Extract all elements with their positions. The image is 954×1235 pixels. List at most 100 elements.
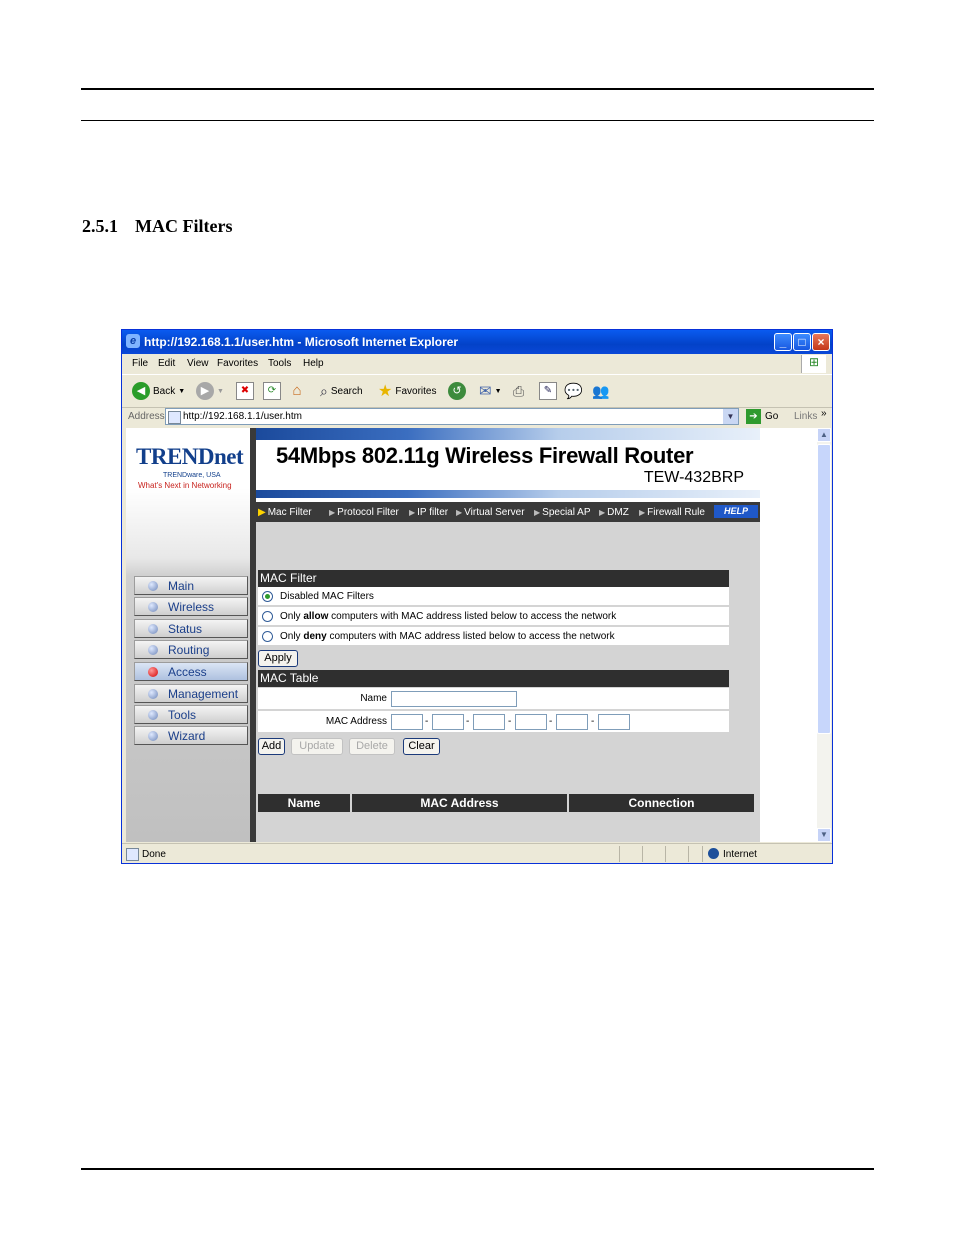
arrow-right-icon: ▶	[329, 508, 336, 517]
favorites-button[interactable]: ★ Favorites	[378, 380, 436, 402]
forward-button[interactable]: ▶ ▼	[196, 380, 224, 402]
section-title: MAC Filters	[135, 216, 233, 236]
menu-tools[interactable]: Tools	[268, 358, 291, 369]
mac-octet-6[interactable]	[598, 714, 630, 730]
home-icon: ⌂	[292, 382, 302, 399]
messenger-button[interactable]: 👥	[592, 380, 609, 402]
subnav-virtual-server[interactable]: ▶ Virtual Server	[456, 507, 525, 518]
nav-wireless[interactable]: Wireless	[134, 597, 248, 616]
go-button[interactable]: ➔ Go	[746, 409, 778, 424]
option-disabled[interactable]: Disabled MAC Filters	[258, 587, 729, 606]
maximize-button[interactable]: □	[793, 333, 811, 351]
nav-status[interactable]: Status	[134, 619, 248, 638]
nav-bullet-icon	[148, 689, 158, 699]
arrow-right-icon: ▶	[409, 508, 416, 517]
apply-button[interactable]: Apply	[258, 650, 298, 667]
go-label: Go	[765, 411, 779, 422]
arrow-right-icon: ▶	[534, 508, 541, 517]
nav-routing[interactable]: Routing	[134, 640, 248, 659]
back-button[interactable]: ◀ Back ▼	[132, 380, 185, 402]
scroll-up-icon[interactable]: ▲	[817, 428, 831, 442]
name-input[interactable]	[391, 691, 517, 707]
scroll-thumb[interactable]	[817, 444, 831, 734]
option-allow[interactable]: Only allow computers with MAC address li…	[258, 607, 729, 626]
nav-tools[interactable]: Tools	[134, 705, 248, 724]
subnav-dmz[interactable]: ▶ DMZ	[599, 507, 629, 518]
home-button[interactable]: ⌂	[289, 380, 305, 402]
nav-management[interactable]: Management	[134, 684, 248, 703]
address-input[interactable]: http://192.168.1.1/user.htm ▼	[165, 408, 739, 425]
discuss-icon: 💬	[564, 383, 583, 400]
page-content: TRENDnet TRENDware, USA What's Next in N…	[126, 428, 817, 842]
subnav-mac-filter[interactable]: ▶ Mac Filter	[258, 507, 312, 518]
title-bar: e http://192.168.1.1/user.htm - Microsof…	[122, 330, 832, 354]
messenger-icon: 👥	[592, 382, 610, 399]
security-zone: Internet	[723, 849, 757, 860]
mac-octet-2[interactable]	[432, 714, 464, 730]
name-label: Name	[360, 693, 387, 704]
address-value: http://192.168.1.1/user.htm	[183, 411, 302, 422]
banner-model: TEW-432BRP	[643, 469, 744, 486]
favorites-label: Favorites	[395, 385, 437, 397]
menu-edit[interactable]: Edit	[158, 358, 175, 369]
vertical-scrollbar[interactable]: ▲ ▼	[817, 428, 831, 842]
help-button[interactable]: HELP	[714, 505, 758, 518]
links-chevron-icon[interactable]: »	[821, 408, 827, 419]
subnav-ip-filter[interactable]: ▶ IP filter	[409, 507, 448, 518]
mac-octet-5[interactable]	[556, 714, 588, 730]
links-button[interactable]: Links	[794, 411, 817, 422]
menu-view[interactable]: View	[187, 358, 209, 369]
subnav-firewall-rule[interactable]: ▶ Firewall Rule	[639, 507, 705, 518]
delete-button[interactable]: Delete	[349, 738, 395, 755]
mail-button[interactable]: ✉ ▼	[479, 380, 502, 402]
windows-logo-icon: ⊞	[801, 355, 826, 373]
nav-bullet-icon	[148, 581, 158, 591]
history-button[interactable]: ↺	[448, 380, 466, 402]
back-arrow-icon: ◀	[132, 382, 150, 400]
print-button[interactable]: ⎙	[513, 380, 524, 402]
menu-file[interactable]: File	[132, 358, 148, 369]
update-button[interactable]: Update	[291, 738, 343, 755]
logo-subtitle: TRENDware, USA	[163, 472, 221, 479]
window-title: http://192.168.1.1/user.htm - Microsoft …	[144, 335, 459, 349]
nav-wizard[interactable]: Wizard	[134, 726, 248, 745]
history-icon: ↺	[448, 382, 466, 400]
subnav-protocol-filter[interactable]: ▶ Protocol Filter	[329, 507, 399, 518]
option-deny[interactable]: Only deny computers with MAC address lis…	[258, 627, 729, 646]
name-row: Name	[258, 688, 729, 710]
mac-table-heading: MAC Table	[258, 670, 729, 687]
go-arrow-icon: ➔	[746, 409, 761, 424]
radio-disabled[interactable]	[262, 591, 273, 602]
address-dropdown-icon[interactable]: ▼	[723, 409, 738, 424]
refresh-icon: ⟳	[263, 382, 281, 400]
search-button[interactable]: ⌕ Search	[320, 380, 363, 402]
menu-help[interactable]: Help	[303, 358, 324, 369]
refresh-button[interactable]: ⟳	[263, 380, 281, 402]
section-number: 2.5.1	[82, 216, 118, 236]
menu-favorites[interactable]: Favorites	[217, 358, 258, 369]
edit-button[interactable]: ✎	[539, 380, 557, 402]
nav-main[interactable]: Main	[134, 576, 248, 595]
close-button[interactable]: ×	[812, 333, 830, 351]
nav-access[interactable]: Access	[134, 662, 248, 681]
mac-octet-3[interactable]	[473, 714, 505, 730]
stop-button[interactable]: ✖	[236, 380, 254, 402]
discuss-button[interactable]: 💬	[564, 380, 583, 402]
trendnet-logo: TRENDnet	[136, 444, 244, 469]
mac-octet-4[interactable]	[515, 714, 547, 730]
subnav-special-ap[interactable]: ▶ Special AP	[534, 507, 591, 518]
clear-button[interactable]: Clear	[403, 738, 440, 755]
address-bar: Address http://192.168.1.1/user.htm ▼ ➔ …	[122, 407, 832, 427]
scroll-down-icon[interactable]: ▼	[817, 828, 831, 842]
add-button[interactable]: Add	[258, 738, 285, 755]
radio-allow[interactable]	[262, 611, 273, 622]
mac-address-label: MAC Address	[325, 716, 387, 727]
status-divider	[665, 846, 666, 862]
radio-deny[interactable]	[262, 631, 273, 642]
minimize-button[interactable]: _	[774, 333, 792, 351]
print-icon: ⎙	[513, 382, 525, 399]
nav-bullet-icon	[148, 602, 158, 612]
nav-bullet-active-icon	[148, 667, 158, 677]
mac-octet-1[interactable]	[391, 714, 423, 730]
status-divider	[642, 846, 643, 862]
